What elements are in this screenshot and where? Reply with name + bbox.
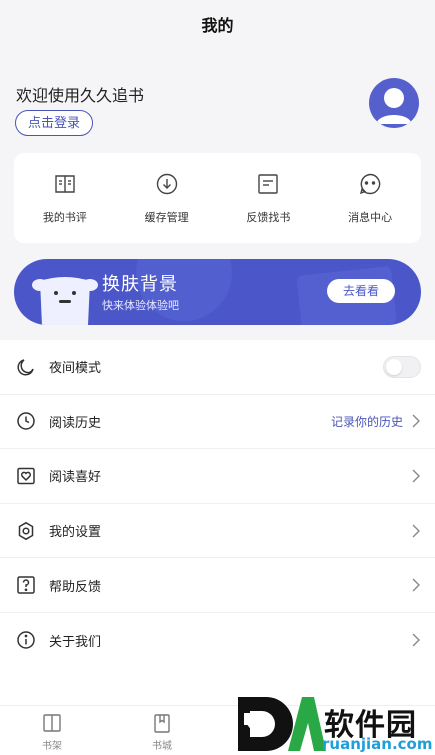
chevron-right-icon [412,578,420,592]
quick-action-cache[interactable]: 缓存管理 [116,153,218,243]
toggle-knob [386,358,402,375]
menu-item-label: 阅读历史 [49,415,102,431]
banner-title: 换肤背景 [102,274,178,295]
user-avatar-icon[interactable] [369,78,419,128]
settings-menu: 夜间模式 阅读历史 记录你的历史 阅读喜好 我的设置 帮助反馈 关于我们 [0,340,435,705]
quick-action-label: 缓存管理 [144,211,189,224]
menu-item-reading-history[interactable]: 阅读历史 记录你的历史 [0,395,435,450]
chevron-right-icon [412,524,420,538]
welcome-text: 欢迎使用久久追书 [16,86,145,105]
book-review-icon [55,175,75,193]
menu-item-help-feedback[interactable]: 帮助反馈 [0,558,435,613]
night-mode-toggle[interactable] [383,355,421,378]
quick-action-messages[interactable]: 消息中心 [319,153,421,243]
menu-item-label: 阅读喜好 [49,470,102,486]
message-icon [360,173,381,195]
download-icon [156,173,177,195]
info-icon [17,631,35,650]
watermark-logo: 软件园 ruanjian.com [236,693,435,755]
tab-label: 书架 [42,741,62,752]
bookshelf-icon [43,714,61,732]
quick-actions-card: 我的书评 缓存管理 反馈找书 消息中心 [14,153,421,243]
menu-item-label: 关于我们 [49,634,102,650]
quick-action-book-review[interactable]: 我的书评 [14,153,116,243]
page-title: 我的 [201,16,234,35]
bookstore-icon [154,714,170,733]
watermark-url: ruanjian.com [322,735,433,753]
chevron-right-icon [412,469,420,483]
menu-item-night-mode: 夜间模式 [0,340,435,395]
quick-action-feedback[interactable]: 反馈找书 [218,153,320,243]
gear-icon [18,521,34,540]
moon-icon [17,359,34,376]
menu-item-settings[interactable]: 我的设置 [0,504,435,559]
quick-action-label: 反馈找书 [246,211,291,224]
menu-item-label: 我的设置 [49,525,102,541]
quick-action-label: 消息中心 [348,211,393,224]
skin-banner[interactable]: 换肤背景 快来体验体验吧 去看看 [14,259,421,325]
feedback-icon [258,174,279,194]
menu-item-label: 夜间模式 [49,361,102,377]
menu-item-label: 帮助反馈 [49,579,102,595]
tab-bookshelf[interactable]: 书架 [22,712,82,752]
chevron-right-icon [412,414,420,428]
menu-item-about[interactable]: 关于我们 [0,613,435,668]
banner-subtitle: 快来体验体验吧 [102,299,179,312]
menu-item-reading-preference[interactable]: 阅读喜好 [0,449,435,504]
chevron-right-icon [412,633,420,647]
question-icon [17,576,35,594]
quick-action-label: 我的书评 [42,211,87,224]
heart-box-icon [17,467,35,485]
clock-icon [17,412,35,431]
tab-label: 书城 [152,741,172,752]
login-button[interactable]: 点击登录 [15,110,94,136]
tab-bookstore[interactable]: 书城 [132,712,192,752]
mascot-icon [32,277,98,325]
banner-go-button[interactable]: 去看看 [327,279,395,303]
watermark-mark [238,697,326,751]
history-hint: 记录你的历史 [330,414,403,429]
